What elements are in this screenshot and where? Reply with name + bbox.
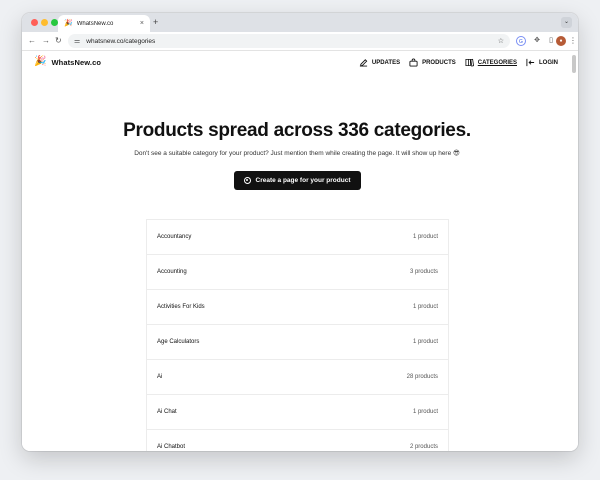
close-tab-icon[interactable]: × — [140, 20, 144, 27]
category-count: 28 products — [406, 374, 438, 380]
site-logo[interactable]: 🎉 WhatsNew.co — [34, 57, 101, 67]
category-name: Ai Chatbot — [157, 444, 186, 450]
page-title: Products spread across 336 categories. — [123, 120, 471, 141]
minimize-window-button[interactable] — [41, 19, 48, 26]
category-name: Age Calculators — [157, 339, 200, 345]
nav-login[interactable]: LOGIN — [526, 58, 558, 67]
nav-updates-label: UPDATES — [371, 59, 401, 66]
page-viewport: 🎉 WhatsNew.co UPDATES PRODUCTS CATEGORIE… — [22, 51, 578, 451]
nav-products[interactable]: PRODUCTS — [409, 58, 456, 67]
browser-toolbar: ← → ↻ ⚌ whatsnew.co/categories ☆ G ✥ ▯ ●… — [22, 32, 578, 51]
category-count: 1 product — [412, 409, 438, 415]
list-item[interactable]: Age Calculators 1 product — [147, 325, 448, 360]
category-count: 1 product — [412, 339, 438, 345]
list-item[interactable]: Accounting 3 products — [147, 255, 448, 290]
list-item[interactable]: Ai Chatbot 2 products — [147, 430, 448, 451]
list-item[interactable]: Accountancy 1 product — [147, 220, 448, 255]
url-text[interactable]: whatsnew.co/categories — [86, 38, 497, 45]
nav-categories-label: CATEGORIES — [477, 59, 517, 66]
more-menu-icon[interactable]: ⋮ — [568, 36, 578, 46]
category-name: Accounting — [157, 269, 187, 275]
party-popper-icon: 🎉 — [34, 56, 47, 67]
scrollbar[interactable] — [572, 55, 576, 73]
category-name: Ai — [157, 374, 163, 380]
plus-circle-icon — [243, 177, 251, 184]
category-name: Ai Chat — [157, 409, 177, 415]
list-item[interactable]: Ai Chat 1 product — [147, 395, 448, 430]
browser-window: 🎉 WhatsNew.co × + ⌄ ← → ↻ ⚌ whatsnew.co/… — [22, 13, 578, 451]
maximize-window-button[interactable] — [51, 19, 58, 26]
hero-section: Products spread across 336 categories. D… — [22, 119, 572, 190]
category-count: 1 product — [412, 234, 438, 240]
book-icon — [465, 58, 474, 67]
address-bar[interactable]: ⚌ whatsnew.co/categories ☆ — [68, 34, 510, 48]
category-count: 1 product — [412, 304, 438, 310]
forward-button[interactable]: → — [42, 35, 50, 47]
category-count: 3 products — [409, 269, 438, 275]
nav-categories[interactable]: CATEGORIES — [465, 58, 517, 67]
party-popper-icon: 🎉 — [64, 20, 73, 27]
category-count: 2 products — [409, 444, 438, 450]
nav-products-label: PRODUCTS — [422, 59, 456, 66]
bag-icon — [409, 58, 418, 67]
close-window-button[interactable] — [31, 19, 38, 26]
login-icon — [526, 58, 535, 67]
create-page-button[interactable]: Create a page for your product — [233, 171, 361, 190]
profile-avatar[interactable]: ● — [556, 36, 566, 46]
site-header: 🎉 WhatsNew.co UPDATES PRODUCTS CATEGORIE… — [22, 51, 572, 77]
site-info-icon[interactable]: ⚌ — [74, 37, 80, 45]
tab-title: WhatsNew.co — [76, 20, 114, 27]
back-button[interactable]: ← — [28, 35, 36, 47]
tab-strip: 🎉 WhatsNew.co × + ⌄ — [22, 13, 578, 32]
list-item[interactable]: Activities For Kids 1 product — [147, 290, 448, 325]
reload-button[interactable]: ↻ — [55, 35, 62, 47]
category-name: Activities For Kids — [157, 304, 205, 310]
create-page-label: Create a page for your product — [255, 177, 351, 184]
main-nav: UPDATES PRODUCTS CATEGORIES LOGIN — [359, 58, 558, 67]
page-subtitle: Don't see a suitable category for your p… — [134, 150, 460, 157]
nav-updates[interactable]: UPDATES — [359, 58, 400, 67]
category-name: Accountancy — [157, 234, 192, 240]
edit-icon — [359, 59, 368, 67]
side-panel-icon[interactable]: ▯ — [546, 36, 556, 46]
category-list: Accountancy 1 product Accounting 3 produ… — [146, 219, 449, 451]
new-tab-button[interactable]: + — [153, 16, 158, 28]
browser-tab[interactable]: 🎉 WhatsNew.co × — [58, 15, 150, 32]
logo-text: WhatsNew.co — [51, 57, 102, 67]
google-lens-icon[interactable]: G — [516, 36, 526, 46]
bookmark-star-icon[interactable]: ☆ — [498, 37, 504, 45]
list-item[interactable]: Ai 28 products — [147, 360, 448, 395]
extensions-icon[interactable]: ✥ — [532, 36, 542, 46]
tab-search-icon[interactable]: ⌄ — [561, 17, 572, 28]
nav-login-label: LOGIN — [539, 59, 558, 66]
